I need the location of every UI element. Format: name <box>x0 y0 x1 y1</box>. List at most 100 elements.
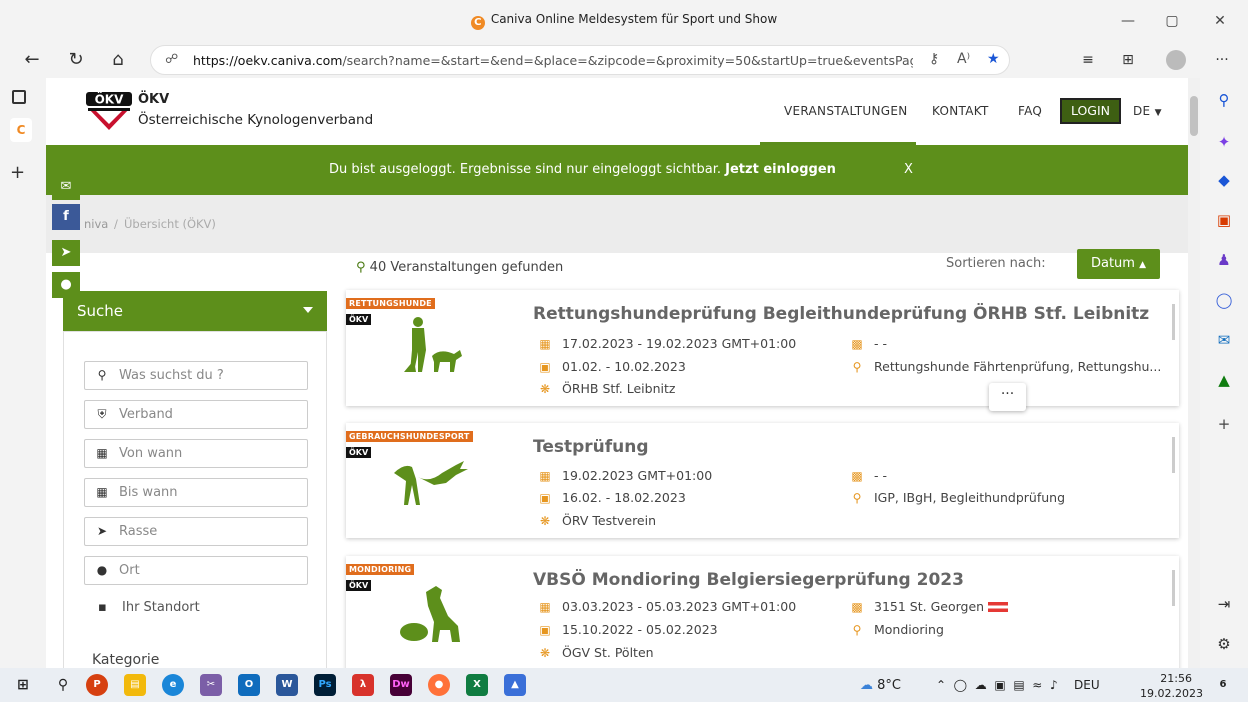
event-club-text: ÖRHB Stf. Leibnitz <box>562 381 676 396</box>
tree-icon[interactable]: ▲ <box>1214 370 1234 390</box>
clock[interactable]: 21:56 19.02.2023 <box>1140 671 1203 701</box>
address-bar[interactable]: ☍ https://oekv.caniva.com/search?name=&s… <box>150 45 1010 75</box>
games-icon[interactable]: ♟ <box>1214 250 1234 270</box>
web-page: ÖKV ÖKV Österreichische Kynologenverband… <box>46 78 1188 668</box>
event-club: ❋ ÖGV St. Pölten <box>538 645 654 660</box>
word-icon[interactable]: W <box>276 674 298 696</box>
snipping-tool-icon[interactable]: ✂ <box>200 674 222 696</box>
breadcrumb-home[interactable]: niva <box>84 217 108 231</box>
event-place-text: 3151 St. Georgen <box>874 599 985 614</box>
back-button[interactable]: ← <box>18 46 46 74</box>
banner-close-button[interactable]: X <box>904 162 913 177</box>
edge-icon[interactable]: e <box>162 674 184 696</box>
paw-icon: ❋ <box>539 514 551 528</box>
sort-label: Sortieren nach: <box>946 256 1046 271</box>
settings-gear-icon[interactable]: ⚙ <box>1214 634 1234 654</box>
search-icon[interactable]: ⚲ <box>52 674 74 696</box>
browser-menu-button[interactable]: ··· <box>1208 46 1236 74</box>
outlook-icon[interactable]: ✉ <box>1214 330 1234 350</box>
excel-icon[interactable]: X <box>466 674 488 696</box>
url-path: /search?name=&start=&end=&place=&zipcode… <box>342 53 913 68</box>
breed-input[interactable]: ➤ Rasse <box>84 517 308 546</box>
copilot-icon[interactable]: ✦ <box>1214 132 1234 152</box>
association-input[interactable]: ⛨ Verband <box>84 400 308 429</box>
office-icon[interactable]: ◯ <box>1214 290 1234 310</box>
read-aloud-icon[interactable]: A⁾ <box>957 51 970 67</box>
favorites-icon[interactable]: ≡ <box>1074 46 1102 74</box>
keyword-search-input[interactable]: ⚲ Was suchst du ? <box>84 361 308 390</box>
location-input[interactable]: ● Ort <box>84 556 308 585</box>
event-card[interactable]: MONDIORING ÖKV VBSÖ Mondioring Belgiersi… <box>346 556 1179 668</box>
event-card[interactable]: RETTUNGSHUNDE ÖKV Rettungshundeprüfung B… <box>346 290 1179 406</box>
email-share-icon[interactable]: ✉ <box>52 174 80 200</box>
weather-widget[interactable]: ☁ 8°C <box>860 678 901 693</box>
acrobat-icon[interactable]: λ <box>352 674 374 696</box>
event-date-text: 03.03.2023 - 05.03.2023 GMT+01:00 <box>562 599 797 614</box>
event-category-badge: MONDIORING <box>346 564 415 575</box>
input-language[interactable]: DEU <box>1074 678 1100 692</box>
add-sidebar-app-icon[interactable]: + <box>1214 414 1234 434</box>
nav-veranstaltungen[interactable]: VERANSTALTUNGEN <box>784 104 908 118</box>
event-registration: ▣ 01.02. - 10.02.2023 <box>538 359 685 374</box>
caniva-tab-icon[interactable]: C <box>10 118 32 142</box>
file-explorer-icon[interactable]: ▤ <box>124 674 146 696</box>
dog-icon[interactable]: ➤ <box>52 240 80 266</box>
date-to-input[interactable]: ▦ Bis wann <box>84 478 308 507</box>
breadcrumb-current: Übersicht (ÖKV) <box>124 217 216 231</box>
notifications-icon[interactable]: 6 <box>1212 674 1234 696</box>
breadcrumb: niva / Übersicht (ÖKV) <box>46 195 1188 253</box>
event-disciplines: ⚲ Mondioring <box>850 622 944 637</box>
language-select[interactable]: DE ▼ <box>1133 104 1162 118</box>
app-icon[interactable]: ▲ <box>504 674 526 696</box>
sort-dropdown[interactable]: Datum ▲ <box>1077 249 1160 279</box>
login-link[interactable]: Jetzt einloggen <box>725 162 836 177</box>
facebook-share-icon[interactable]: f <box>52 204 80 230</box>
site-header: ÖKV ÖKV Österreichische Kynologenverband… <box>46 78 1188 145</box>
outlook-icon[interactable]: O <box>238 674 260 696</box>
card-scrollbar[interactable] <box>1172 437 1175 473</box>
collections-icon[interactable]: ⊞ <box>1114 46 1142 74</box>
event-club-text: ÖRV Testverein <box>562 513 657 528</box>
search-icon[interactable]: ⚲ <box>1214 90 1234 110</box>
scrollbar-thumb[interactable] <box>1190 96 1198 136</box>
favorite-star-icon[interactable]: ★ <box>987 51 1000 67</box>
minimize-button[interactable]: — <box>1108 8 1148 34</box>
key-icon[interactable]: ⚷ <box>929 51 939 67</box>
page-scrollbar[interactable] <box>1188 78 1200 668</box>
tab-actions-icon[interactable] <box>12 90 26 104</box>
event-place: ▩ 3151 St. Georgen <box>850 599 1009 614</box>
windows-start-icon[interactable]: ⊞ <box>12 674 34 696</box>
event-title[interactable]: Rettungshundeprüfung Begleithundeprüfung… <box>533 304 1149 324</box>
nav-faq[interactable]: FAQ <box>1018 104 1042 118</box>
powerpoint-icon[interactable]: P <box>86 674 108 696</box>
address-url[interactable]: https://oekv.caniva.com/search?name=&sta… <box>193 53 913 68</box>
photoshop-icon[interactable]: Ps <box>314 674 336 696</box>
nav-kontakt[interactable]: KONTAKT <box>932 104 989 118</box>
home-button[interactable]: ⌂ <box>104 46 132 74</box>
oekv-logo[interactable]: ÖKV <box>84 92 134 132</box>
reload-button[interactable]: ↻ <box>62 46 90 74</box>
use-my-location-button[interactable]: ▪ Ihr Standort <box>98 600 200 615</box>
date-from-input[interactable]: ▦ Von wann <box>84 439 308 468</box>
card-scrollbar[interactable] <box>1172 304 1175 340</box>
search-panel-header[interactable]: Suche <box>63 291 327 331</box>
hide-sidebar-icon[interactable]: ⇥ <box>1214 594 1234 614</box>
dreamweaver-icon[interactable]: Dw <box>390 674 412 696</box>
firefox-icon[interactable]: ● <box>428 674 450 696</box>
profile-avatar[interactable] <box>1162 46 1190 74</box>
card-scrollbar[interactable] <box>1172 570 1175 606</box>
banner-text: Du bist ausgeloggt. Ergebnisse sind nur … <box>329 162 726 177</box>
new-tab-icon[interactable]: + <box>10 162 25 183</box>
close-window-button[interactable]: ✕ <box>1200 8 1240 34</box>
page-info-icon[interactable]: ☍ <box>165 52 178 67</box>
more-options-button[interactable]: ··· <box>989 383 1026 411</box>
system-tray-icons[interactable]: ⌃ ◯ ☁ ▣ ▤ ≈ ♪ <box>936 678 1058 692</box>
tools-icon[interactable]: ▣ <box>1214 210 1234 230</box>
event-title[interactable]: Testprüfung <box>533 437 649 457</box>
shopping-tag-icon[interactable]: ◆ <box>1214 170 1234 190</box>
maximize-button[interactable]: ▢ <box>1152 8 1192 34</box>
event-card[interactable]: GEBRAUCHSHUNDESPORT ÖKV Testprüfung ▦ 19.… <box>346 423 1179 538</box>
event-title[interactable]: VBSÖ Mondioring Belgiersiegerprüfung 202… <box>533 570 964 590</box>
login-button[interactable]: LOGIN <box>1060 98 1121 124</box>
map-icon: ▩ <box>851 469 863 483</box>
